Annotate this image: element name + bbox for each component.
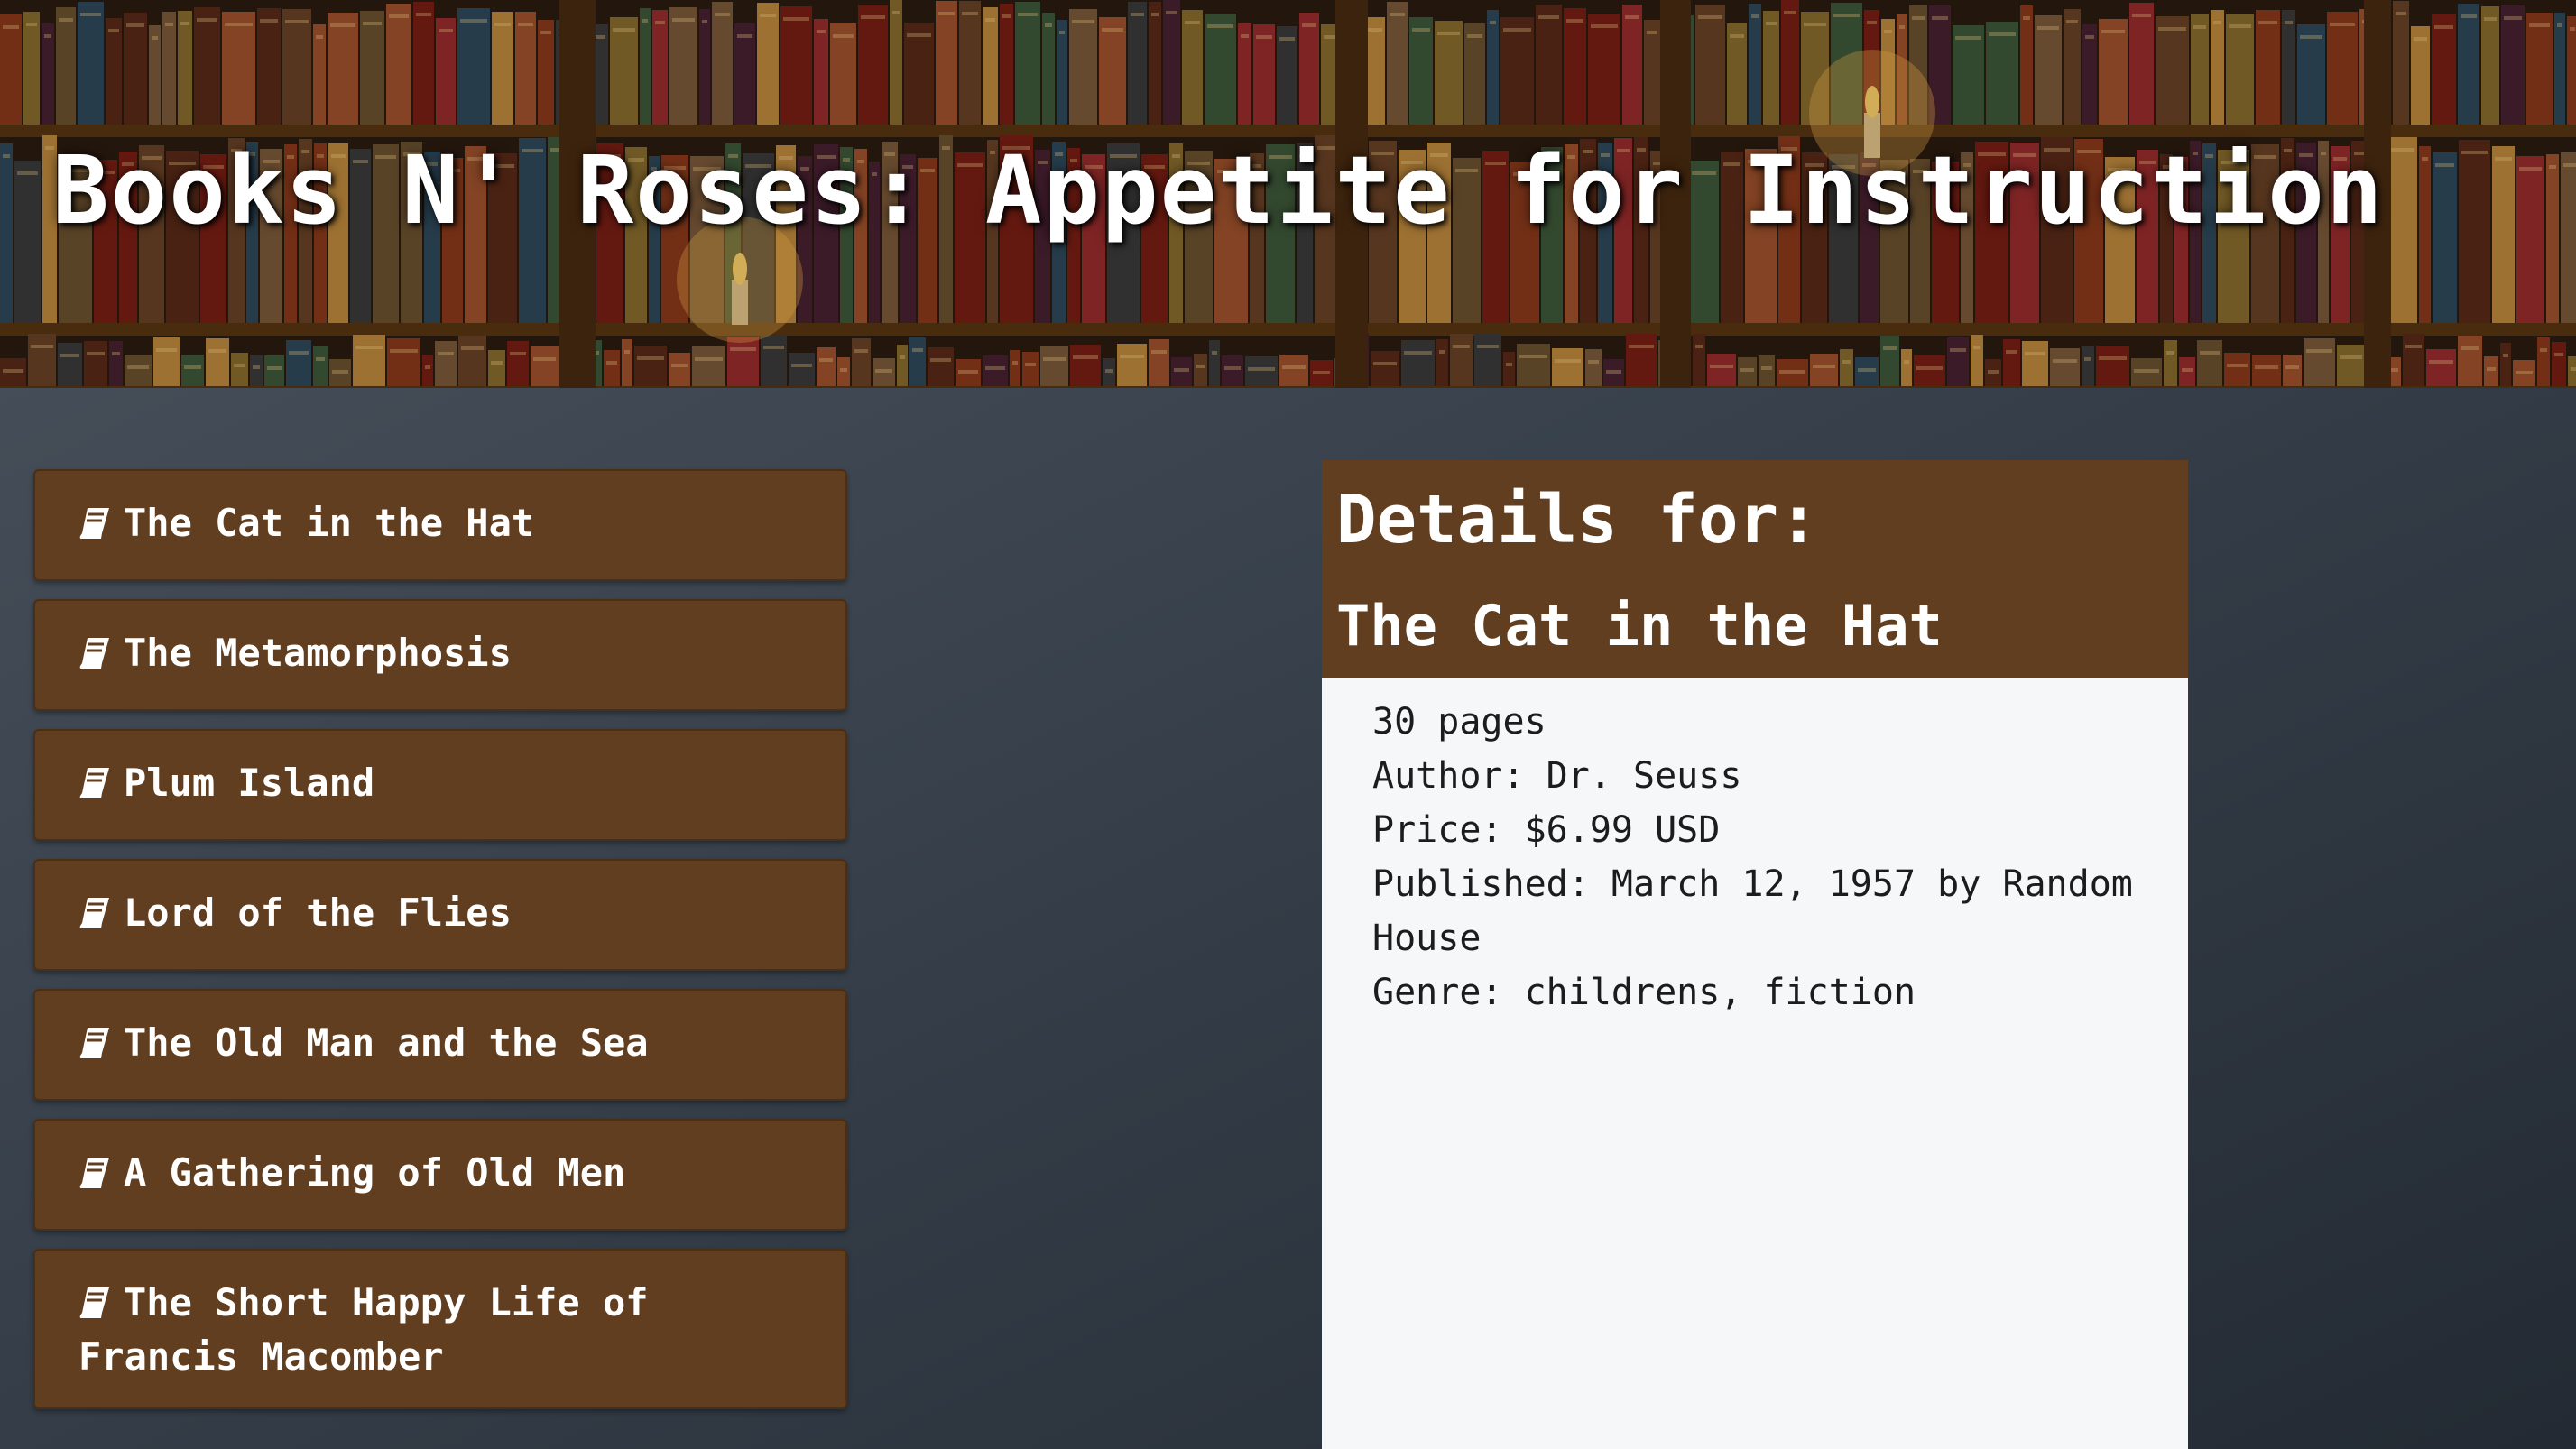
book-icon — [79, 1028, 109, 1058]
details-pages: 30 pages — [1372, 701, 1547, 743]
details-book-title: The Cat in the Hat — [1336, 593, 1943, 659]
book-icon — [79, 1287, 109, 1318]
details-panel: Details for: The Cat in the Hat 30 pages… — [1322, 460, 2188, 1449]
book-list-item-lord-of-the-flies[interactable]: Lord of the Flies — [33, 859, 847, 971]
book-list-item-plum-island[interactable]: Plum Island — [33, 729, 847, 841]
book-icon — [79, 1158, 109, 1188]
book-title: The Metamorphosis — [124, 631, 512, 675]
book-icon — [79, 768, 109, 798]
book-title: The Short Happy Life of Francis Macomber — [78, 1280, 649, 1379]
book-title: Lord of the Flies — [124, 891, 512, 935]
details-heading: Details for: — [1336, 481, 1819, 558]
book-icon — [79, 638, 109, 669]
book-list-item-old-man-and-the-sea[interactable]: The Old Man and the Sea — [33, 989, 847, 1101]
book-icon — [79, 508, 109, 539]
book-list-item-gathering-of-old-men[interactable]: A Gathering of Old Men — [33, 1119, 847, 1231]
book-title: Plum Island — [124, 761, 375, 805]
details-price: Price: $6.99 USD — [1372, 809, 1721, 851]
details-body: 30 pages Author: Dr. Seuss Price: $6.99 … — [1322, 678, 2188, 1020]
book-list: The Cat in the Hat The Metamorphosis Plu… — [33, 469, 847, 1427]
book-title: The Cat in the Hat — [124, 501, 535, 545]
site-title: Books N' Roses: Appetite for Instruction — [52, 135, 2385, 245]
book-list-item-short-happy-life[interactable]: The Short Happy Life of Francis Macomber — [33, 1249, 847, 1409]
details-genre: Genre: childrens, fiction — [1372, 972, 1916, 1013]
details-published: Published: March 12, 1957 by Random Hous… — [1372, 863, 2133, 959]
header-banner: Books N' Roses: Appetite for Instruction — [0, 0, 2576, 388]
book-list-item-metamorphosis[interactable]: The Metamorphosis — [33, 599, 847, 711]
book-title: A Gathering of Old Men — [124, 1150, 626, 1195]
details-author: Author: Dr. Seuss — [1372, 755, 1742, 797]
book-icon — [79, 898, 109, 928]
book-title: The Old Man and the Sea — [124, 1020, 649, 1065]
details-header: Details for: The Cat in the Hat — [1322, 460, 2188, 678]
book-list-item-cat-in-the-hat[interactable]: The Cat in the Hat — [33, 469, 847, 581]
